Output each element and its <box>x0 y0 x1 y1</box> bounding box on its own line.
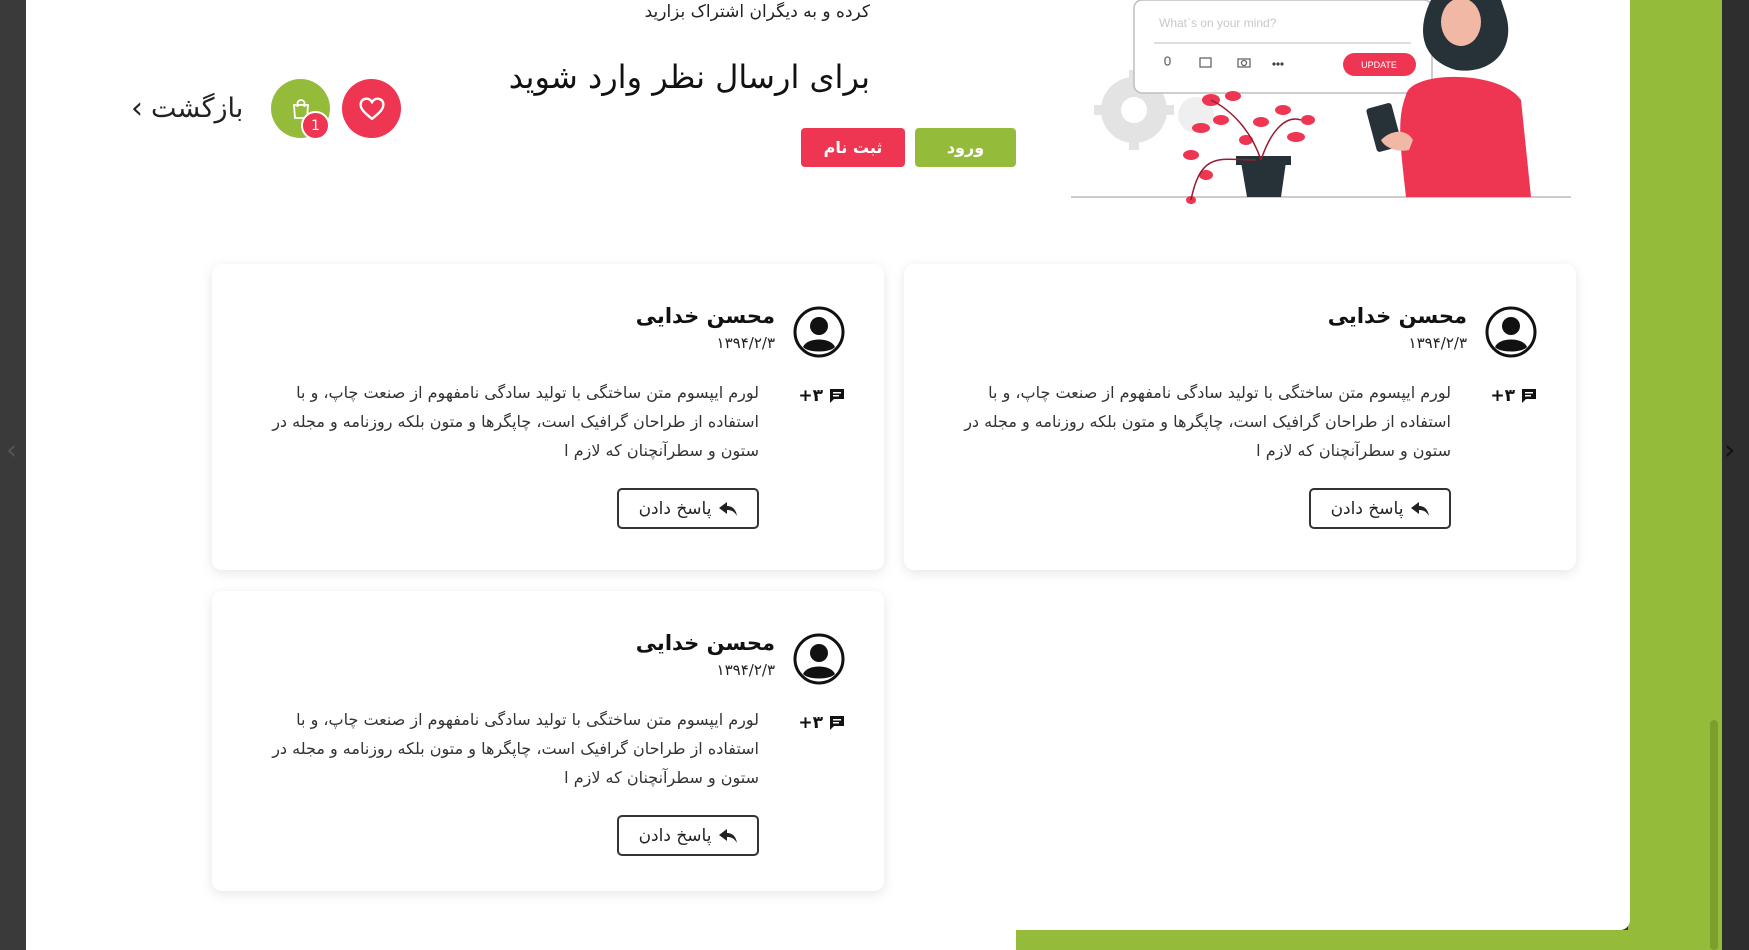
heart-icon <box>358 97 385 120</box>
comment-author: محسن خدایی <box>635 631 775 655</box>
reply-button[interactable]: پاسخ دادن <box>617 815 759 856</box>
comment-card: محسن خدایی ۱۳۹۴/۲/۳ ۳+ لورم ایپسوم متن س… <box>212 591 884 891</box>
comment-date: ۱۳۹۴/۲/۳ <box>716 661 775 679</box>
user-avatar-icon <box>793 306 845 358</box>
comment-text: لورم ایپسوم متن ساختگی با تولید سادگی نا… <box>964 383 1451 460</box>
login-prompt-heading: برای ارسال نظر وارد شوید <box>508 58 870 96</box>
cart-button[interactable]: 1 <box>271 79 330 140</box>
user-avatar-icon <box>1485 306 1537 358</box>
comment-date: ۱۳۹۴/۲/۳ <box>1408 334 1467 352</box>
reply-count: ۳+ <box>1490 386 1537 406</box>
reply-arrow-icon <box>719 501 738 516</box>
comment-card: محسن خدایی ۱۳۹۴/۲/۳ ۳+ لورم ایپسوم متن س… <box>904 264 1576 570</box>
slider-next-arrow-icon[interactable]: › <box>1724 433 1735 466</box>
update-button-label: UPDATE <box>1361 60 1397 70</box>
comment-author: محسن خدایی <box>635 304 775 328</box>
reply-arrow-icon <box>1411 501 1430 516</box>
wishlist-button[interactable] <box>342 79 401 138</box>
comment-text: لورم ایپسوم متن ساختگی با تولید سادگی نا… <box>272 710 759 787</box>
comment-date: ۱۳۹۴/۲/۳ <box>716 334 775 352</box>
bottom-white-strip <box>26 930 1016 950</box>
comment-author: محسن خدایی <box>1327 304 1467 328</box>
reply-button-label: پاسخ دادن <box>1330 498 1404 519</box>
illustration-woman-posting: What`s on your mind? UPDATE <box>1071 0 1571 204</box>
register-button[interactable]: ثبت نام <box>801 128 905 167</box>
slider-prev-arrow-icon[interactable]: ‹ <box>6 433 17 466</box>
comment-icon <box>830 389 844 403</box>
reply-button[interactable]: پاسخ دادن <box>617 488 759 529</box>
reply-button-label: پاسخ دادن <box>638 498 712 519</box>
comment-icon <box>830 716 844 730</box>
login-button[interactable]: ورود <box>915 128 1016 167</box>
back-label: بازگشت <box>151 93 244 124</box>
reply-count: ۳+ <box>798 713 845 733</box>
reply-count-value: ۳+ <box>1490 386 1515 406</box>
bottom-green-band <box>1010 930 1628 950</box>
post-placeholder: What`s on your mind? <box>1159 16 1277 30</box>
comment-icon <box>1522 389 1536 403</box>
comment-text: لورم ایپسوم متن ساختگی با تولید سادگی نا… <box>272 383 759 460</box>
share-text: کرده و به دیگران اشتراک بزارید <box>644 2 870 22</box>
comment-card: محسن خدایی ۱۳۹۴/۲/۳ ۳+ لورم ایپسوم متن س… <box>212 264 884 570</box>
scrollbar-thumb[interactable] <box>1710 720 1718 950</box>
reply-count: ۳+ <box>798 386 845 406</box>
main-panel: کرده و به دیگران اشتراک بزارید برای ارسا… <box>26 0 1630 930</box>
chevron-left-icon: ‹ <box>131 90 143 126</box>
reply-button[interactable]: پاسخ دادن <box>1309 488 1451 529</box>
reply-button-label: پاسخ دادن <box>638 825 712 846</box>
reply-count-value: ۳+ <box>798 713 823 733</box>
cart-count-badge: 1 <box>301 111 330 140</box>
back-link[interactable]: ‹ بازگشت <box>131 86 261 131</box>
reply-arrow-icon <box>719 828 738 843</box>
user-avatar-icon <box>793 633 845 685</box>
reply-count-value: ۳+ <box>798 386 823 406</box>
right-edge-bar <box>1722 0 1749 950</box>
